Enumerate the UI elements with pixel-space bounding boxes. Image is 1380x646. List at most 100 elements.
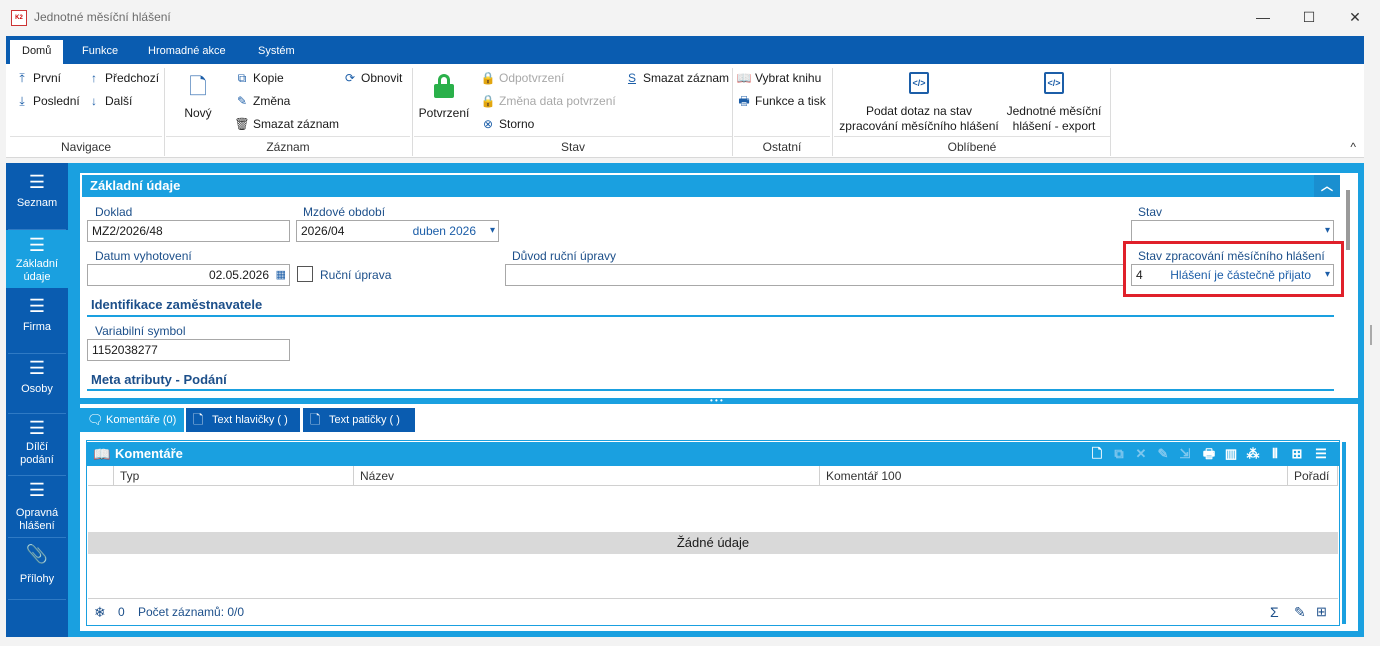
footer-count: 0 (118, 605, 125, 619)
sidebar-item-seznam[interactable]: ☰ Seznam (6, 173, 68, 229)
collapse-ribbon-icon[interactable]: ^ (1350, 140, 1356, 154)
variabilni-symbol-field[interactable]: 1152038277 (87, 339, 290, 361)
group-separator (1110, 68, 1111, 156)
tab-hromadne-akce[interactable]: Hromadné akce (136, 40, 238, 64)
delete-record-stav-button[interactable]: S Smazat záznam (624, 68, 729, 88)
confirm-button[interactable]: Potvrzení (416, 74, 472, 121)
comment-icon: 🗨 (87, 412, 104, 427)
first-button[interactable]: ⤒ První (14, 68, 61, 88)
pencil-icon[interactable]: ✎ (1294, 599, 1306, 625)
filter-export-icon[interactable]: ⊞ (1287, 444, 1307, 464)
dropdown-chevron-icon[interactable]: ▾ (490, 221, 495, 241)
tab-text-paticky[interactable]: 🗋 Text patičky ( ) (303, 408, 415, 432)
storno-button[interactable]: ⊗ Storno (480, 114, 534, 134)
meta-atributy-header: Meta atributy - Podání (91, 372, 227, 387)
arrow-down-to-bottom-icon: ⤓ (19, 94, 25, 108)
next-button[interactable]: ↓ Další (86, 91, 132, 111)
delete-record-button[interactable]: 🗑 Smazat záznam (234, 114, 339, 134)
group-label-stav: Stav (560, 140, 585, 154)
trash-icon: 🗑 (234, 117, 250, 131)
printer-icon[interactable]: 🖶 (1199, 444, 1219, 464)
tab-funkce[interactable]: Funkce (70, 40, 130, 64)
sum-icon[interactable]: Σ (1270, 599, 1279, 625)
column-header-typ[interactable]: Typ (114, 466, 354, 486)
sidebar-item-osoby[interactable]: ☰ Osoby (6, 359, 68, 415)
copy-button[interactable]: ⧉ Kopie (234, 68, 284, 88)
refresh-button[interactable]: ⟳ Obnovit (342, 68, 402, 88)
variabilni-symbol-label: Variabilní symbol (95, 324, 186, 338)
export-button[interactable]: </> Jednotné měsíční hlášení - export (1006, 72, 1102, 134)
doklad-field[interactable]: MZ2/2026/48 (87, 220, 290, 242)
group-separator (832, 68, 833, 156)
columns-icon[interactable]: ⦀ (1265, 444, 1285, 464)
s-delete-icon: S (627, 71, 636, 85)
add-record-icon[interactable]: ⊞ (1316, 599, 1327, 625)
chart-icon[interactable]: ▥ (1221, 444, 1241, 464)
functions-print-button[interactable]: 🖶 Funkce a tisk (736, 91, 825, 111)
duvod-rucni-upravy-field[interactable] (505, 264, 1125, 286)
query-status-button[interactable]: </> Podat dotaz na stav zpracování měsíč… (836, 72, 1002, 134)
tab-text-hlavicky[interactable]: 🗋 Text hlavičky ( ) (186, 408, 300, 432)
change-confirm-date-button[interactable]: 🔒 Změna data potvrzení (480, 91, 616, 111)
last-button[interactable]: ⤓ Poslední (14, 91, 79, 111)
new-button[interactable]: 🗋 Nový (176, 74, 220, 121)
dropdown-chevron-icon[interactable]: ▾ (1325, 221, 1330, 241)
tab-domu[interactable]: Domů (10, 40, 64, 64)
previous-button[interactable]: ↑ Předchozí (86, 68, 159, 88)
maximize-button[interactable]: ☐ (1286, 0, 1332, 34)
sidebar-item-zakladni-udaje[interactable]: ☰ Základní údaje (6, 230, 68, 288)
grid-scrollbar[interactable] (1342, 442, 1346, 624)
sidebar-item-prilohy[interactable]: 📎 Přílohy (6, 545, 68, 601)
copy-icon: ⧉ (237, 71, 247, 85)
menu-icon: ☰ (28, 480, 46, 500)
scrollbar[interactable] (1346, 190, 1350, 250)
grid-footer: ❄ 0 Počet záznamů: 0/0 Σ ✎ ⊞ (88, 598, 1338, 624)
datum-vyhotoveni-label: Datum vyhotovení (95, 249, 192, 263)
ribbon-tab-bar: Domů Funkce Hromadné akce Systém (6, 36, 1364, 64)
window-resize-handle[interactable] (1370, 325, 1372, 345)
snowflake-icon[interactable]: ❄ (94, 599, 106, 625)
mzdove-obdobi-field[interactable]: 2026/04 duben 2026 ▾ (296, 220, 499, 242)
select-book-button[interactable]: 📖 Vybrat knihu (736, 68, 822, 88)
printer-icon: 🖶 (738, 94, 750, 108)
menu-icon: ☰ (28, 358, 46, 378)
export-icon[interactable]: ⇲ (1175, 444, 1195, 464)
new-document-icon[interactable]: 🗋 (1087, 444, 1107, 464)
chevron-up-icon[interactable]: ︿ (1314, 175, 1340, 197)
mzdove-obdobi-label: Mzdové období (303, 205, 386, 219)
delete-icon[interactable]: ✕ (1131, 444, 1151, 464)
app-logo-icon: K2 (11, 10, 27, 26)
rucni-uprava-checkbox[interactable] (297, 266, 313, 282)
unconfirm-button[interactable]: 🔒 Odpotvrzení (480, 68, 565, 88)
book-icon: 📖 (93, 446, 111, 462)
stav-field[interactable]: ▾ (1131, 220, 1334, 242)
highlight-box (1123, 241, 1344, 297)
column-header-komentar[interactable]: Komentář 100 (820, 466, 1288, 486)
minimize-button[interactable]: — (1240, 0, 1286, 34)
datum-vyhotoveni-field[interactable]: 02.05.2026 ▦ (87, 264, 290, 286)
sidebar-item-opravna-hlaseni[interactable]: ☰ Opravná hlášení (6, 481, 68, 539)
list-icon: ☰ (28, 235, 46, 255)
column-header-poradi[interactable]: Pořadí (1288, 466, 1338, 486)
edit-button[interactable]: ✎ Změna (234, 91, 290, 111)
edit-icon[interactable]: ✎ (1153, 444, 1173, 464)
calendar-icon[interactable]: ▦ (276, 265, 286, 285)
copy-icon[interactable]: ⧉ (1109, 444, 1129, 464)
lock-icon (434, 74, 454, 100)
ribbon-body: ⤒ První ↑ Předchozí ⤓ Poslední ↓ Další Navig… (6, 64, 1364, 158)
sidebar-item-firma[interactable]: ☰ Firma (6, 297, 68, 353)
close-button[interactable]: ✕ (1332, 0, 1378, 34)
arrow-up-to-top-icon: ⤒ (19, 71, 25, 85)
grid-title-bar: 📖 Komentáře 🗋 ⧉ ✕ ✎ ⇲ 🖶 ▥ ⁂ ⦀ ⊞ ☰ (87, 442, 1339, 466)
tab-komentare[interactable]: 🗨 Komentáře (0) (80, 408, 184, 432)
group-icon[interactable]: ⁂ (1243, 444, 1263, 464)
sidebar-item-dilci-podani[interactable]: ☰ Dílčí podání (6, 419, 68, 475)
arrow-down-icon: ↓ (91, 94, 97, 108)
tab-system[interactable]: Systém (246, 40, 307, 64)
group-separator (732, 68, 733, 156)
panel-splitter[interactable]: • • • (80, 397, 1358, 405)
column-header-nazev[interactable]: Název (354, 466, 820, 486)
group-label-oblibene: Oblíbené (947, 140, 997, 154)
menu-icon[interactable]: ☰ (1311, 444, 1331, 464)
rucni-uprava-label: Ruční úprava (320, 268, 392, 282)
